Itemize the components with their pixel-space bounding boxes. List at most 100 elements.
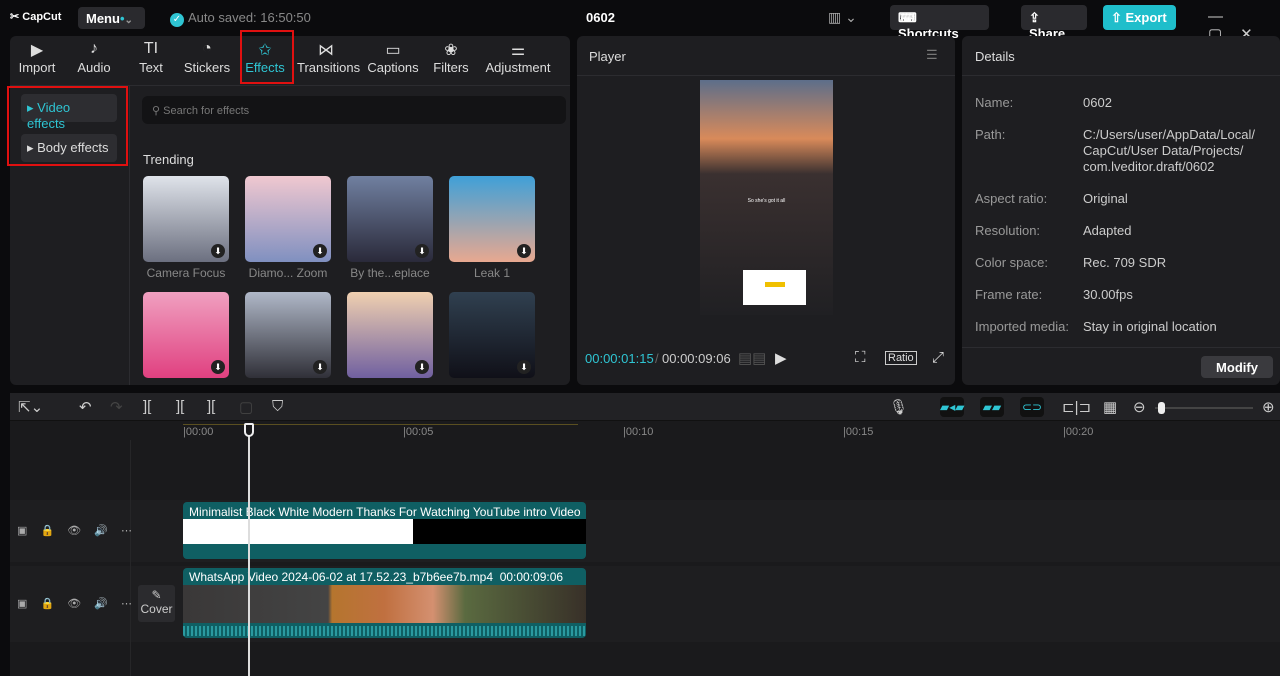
transitions-icon: ⋈ [318, 42, 334, 59]
clip-thumbnails [183, 585, 586, 623]
waveform-icon[interactable]: ▤▤ [738, 349, 766, 367]
effect-thumbnail[interactable]: ⬇ [449, 292, 535, 378]
download-icon[interactable]: ⬇ [517, 360, 531, 374]
effect-label: Diamo... Zoom [248, 266, 328, 280]
tab-label: Import [18, 60, 56, 75]
undo-icon[interactable]: ↶ [79, 398, 92, 416]
download-icon[interactable]: ⬇ [211, 360, 225, 374]
download-icon[interactable]: ⬇ [415, 360, 429, 374]
edit-icon: ✎ [151, 588, 162, 602]
playhead-handle[interactable] [244, 423, 254, 437]
tab-label: Filters [433, 60, 469, 75]
download-icon[interactable]: ⬇ [415, 244, 429, 258]
keyboard-icon: ⌨ [898, 10, 917, 25]
export-button[interactable]: ⇧ Export [1103, 5, 1176, 30]
download-icon[interactable]: ⬇ [517, 244, 531, 258]
player-title: Player [589, 49, 626, 64]
auto-snap-icon[interactable]: ▰▰ [980, 397, 1004, 417]
effect-thumbnail[interactable]: ⬇ [143, 176, 229, 262]
redo-icon[interactable]: ↷ [110, 398, 123, 416]
detail-value: 30.00fps [1083, 287, 1133, 302]
tab-transitions[interactable]: ⋈ Transitions [297, 40, 360, 75]
cover-label: Cover [140, 602, 173, 616]
zoom-preview-icon[interactable]: ⛶ [855, 349, 866, 366]
link-icon[interactable]: ⊂⊃ [1020, 397, 1044, 417]
sidebar-item-video-effects[interactable]: ▸ Video effects [21, 94, 117, 131]
zoom-out-icon[interactable]: ⊖ [1133, 398, 1146, 416]
filters-icon: ❀ [444, 42, 458, 59]
audio-waveform [183, 626, 586, 636]
tab-audio[interactable]: ♪ Audio [65, 40, 123, 75]
sidebar-item-body-effects[interactable]: ▸ Body effects [21, 134, 117, 162]
project-title: 0602 [586, 10, 615, 25]
captions-icon: ▭ [385, 42, 401, 59]
tab-label: Audio [77, 60, 111, 75]
marker-icon[interactable]: ⛉ [272, 398, 283, 415]
video-preview: So she's got it all [700, 80, 833, 315]
autosave-text: Auto saved: 16:50:50 [188, 10, 311, 25]
delete-icon[interactable]: ▢ [239, 398, 253, 416]
tab-label: Captions [367, 60, 419, 75]
ratio-button[interactable]: Ratio [885, 351, 917, 365]
tab-adjustment[interactable]: ⚌ Adjustment [483, 40, 553, 75]
layout-icon[interactable]: ▥ ⌄ [828, 9, 857, 26]
cover-button[interactable]: ✎ Cover [138, 585, 175, 622]
split-left-icon[interactable]: ][ [176, 398, 184, 415]
track-controls-1[interactable]: ▣ 🔒 👁 🔊 ⋯ [17, 524, 132, 537]
detail-label: Color space: [975, 255, 1048, 270]
search-placeholder: Search for effects [163, 105, 250, 117]
ruler-tick: |00:15 [843, 426, 874, 438]
detail-label: Frame rate: [975, 287, 1043, 302]
effect-thumbnail[interactable]: ⬇ [347, 176, 433, 262]
split-preview-icon[interactable]: ⊏|⊐ [1062, 398, 1091, 416]
detail-value: Rec. 709 SDR [1083, 255, 1167, 270]
shortcuts-button[interactable]: ⌨ Shortcuts [890, 5, 989, 41]
detail-label: Resolution: [975, 223, 1041, 238]
fullscreen-icon[interactable]: ⤢ [932, 349, 944, 366]
tab-text[interactable]: TI Text [122, 40, 180, 75]
play-icon[interactable]: ▶ [775, 349, 787, 367]
effect-thumbnail[interactable]: ⬇ [245, 292, 331, 378]
split-right-icon[interactable]: ][ [207, 398, 215, 415]
tab-filters[interactable]: ❀ Filters [422, 40, 480, 75]
effect-label: Camera Focus [146, 266, 226, 280]
detail-value: C:/Users/user/AppData/Local/ CapCut/User… [1083, 127, 1255, 174]
tab-import[interactable]: ▶ Import [8, 40, 66, 75]
chevron-down-icon: ⌄ [124, 15, 133, 26]
details-title: Details [975, 49, 1015, 64]
download-icon[interactable]: ⬇ [313, 244, 327, 258]
modify-button[interactable]: Modify [1201, 356, 1273, 378]
detail-value: Stay in original location [1083, 319, 1217, 334]
effect-label: Leak 1 [473, 266, 511, 280]
share-button[interactable]: ⇪ Share [1021, 5, 1087, 41]
tab-label: Text [139, 60, 163, 75]
tab-stickers[interactable]: ◔ Stickers [178, 40, 236, 75]
zoom-in-icon[interactable]: ⊕ [1262, 398, 1275, 416]
autosave-status: ✓ Auto saved: 16:50:50 [170, 10, 311, 27]
select-tool-icon[interactable]: ⇱⌄ [18, 398, 43, 416]
sticker-clip[interactable]: Minimalist Black White Modern Thanks For… [183, 502, 586, 559]
tab-captions[interactable]: ▭ Captions [364, 40, 422, 75]
effect-thumbnail[interactable]: ⬇ [143, 292, 229, 378]
zoom-slider-handle[interactable] [1158, 402, 1165, 414]
effect-thumbnail[interactable]: ⬇ [449, 176, 535, 262]
magnet-icon[interactable]: ▰◂▰ [940, 397, 964, 417]
effect-thumbnail[interactable]: ⬇ [347, 292, 433, 378]
zoom-fit-icon[interactable]: ▦ [1103, 398, 1117, 416]
export-label: Export [1125, 10, 1167, 25]
effects-search-input[interactable]: ⚲ Search for effects [142, 96, 566, 124]
download-icon[interactable]: ⬇ [313, 360, 327, 374]
menu-icon[interactable]: ☰ [926, 47, 938, 63]
track-controls-2[interactable]: ▣ 🔒 👁 🔊 ⋯ [17, 597, 132, 610]
download-icon[interactable]: ⬇ [211, 244, 225, 258]
logo-text: CapCut [22, 11, 62, 23]
effect-thumbnail[interactable]: ⬇ [245, 176, 331, 262]
zoom-slider[interactable] [1155, 402, 1253, 414]
playhead[interactable] [248, 428, 250, 676]
menu-button[interactable]: Menu•⌄ [78, 7, 145, 29]
top-bar: ✂ CapCut Menu•⌄ ✓ Auto saved: 16:50:50 06… [0, 0, 1280, 43]
microphone-icon[interactable]: 🎙 [889, 398, 908, 416]
video-clip[interactable]: WhatsApp Video 2024-06-02 at 17.52.23_b7… [183, 568, 586, 638]
split-icon[interactable]: ][ [143, 398, 151, 415]
trending-heading: Trending [143, 152, 194, 167]
